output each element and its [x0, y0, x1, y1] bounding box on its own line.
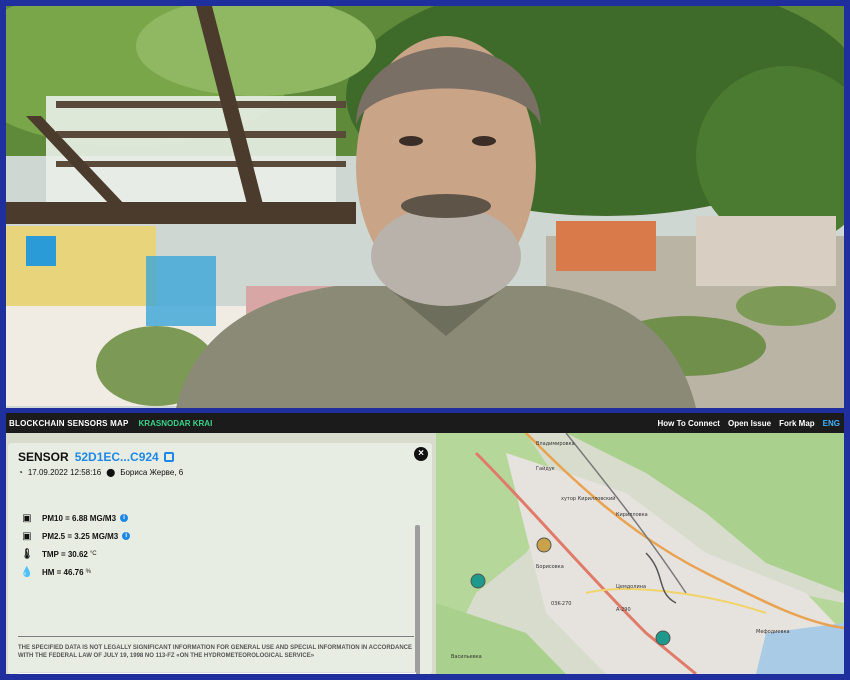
reading-row-pm25: ▣ PM2.5 = 3.25 MG/M3 i [20, 527, 131, 545]
copy-icon[interactable] [163, 452, 174, 462]
reading-row-tmp: 🌡 TMP = 30.62 °C [20, 545, 130, 563]
info-icon[interactable]: i [122, 532, 131, 540]
map-label: Кирилловка [616, 512, 648, 518]
reading-tmp-unit: °C [89, 551, 97, 557]
thermometer-icon: 🌡 [20, 548, 34, 560]
video-image [6, 6, 844, 408]
scrollbar[interactable] [415, 525, 420, 674]
map-label: Мефодиевка [756, 629, 790, 635]
sensor-marker[interactable] [536, 537, 552, 553]
map-label: A-290 [616, 607, 631, 613]
close-icon[interactable]: × [414, 447, 428, 461]
sensor-marker[interactable] [470, 573, 486, 589]
video-feed [6, 6, 844, 408]
language-toggle[interactable]: ENG [823, 419, 840, 428]
nav-how-to-connect[interactable]: How To Connect [657, 419, 720, 428]
brand-title[interactable]: BLOCKCHAIN SENSORS MAP [9, 419, 129, 428]
map-label: Васильевка [451, 654, 482, 660]
reading-hm-unit: % [85, 569, 91, 575]
map-label: Борисовка [536, 564, 564, 570]
top-bar: BLOCKCHAIN SENSORS MAP KRASNODAR KRAI Ho… [6, 413, 844, 433]
sensor-date: 17.09.2022 12:58:16 [27, 468, 102, 477]
sensor-icon: ▣ [22, 512, 32, 524]
legal-disclaimer: THE SPECIFIED DATA IS NOT LEGALLY SIGNIF… [18, 645, 413, 659]
nav-fork-map[interactable]: Fork Map [779, 419, 815, 428]
region-selector[interactable]: KRASNODAR KRAI [139, 419, 213, 428]
map-label: Цемдолина [616, 584, 646, 590]
info-icon[interactable]: i [120, 514, 129, 522]
clock-icon: ◔ [18, 468, 23, 477]
panel-title-label: SENSOR [18, 450, 69, 464]
history-chart-svg: 30 25 [18, 673, 416, 674]
map-label: Гайдук [536, 465, 555, 472]
reading-hm: HM = 46.76 [42, 567, 84, 577]
droplet-icon: 💧 [20, 566, 34, 578]
top-nav: How To Connect Open Issue Fork Map ENG [657, 419, 840, 428]
reading-tmp: TMP = 30.62 [42, 549, 88, 559]
reading-row-hm: 💧 HM = 46.76 % [20, 563, 130, 581]
divider [18, 636, 414, 637]
sensor-id-link[interactable]: 52D1EC...C924 [75, 450, 159, 464]
map-label: 03K-270 [551, 601, 571, 607]
sensor-address: Бориса Жерве, 6 [120, 468, 184, 477]
map-label: Владимировка [536, 441, 575, 447]
readings-list: ▣ PM10 = 6.88 MG/M3 i ▣ PM2.5 = 3.25 MG/… [20, 509, 131, 581]
sensor-meta: ◔ 17.09.2022 12:58:16 ⬤ Бориса Жерве, 6 [18, 468, 183, 477]
history-chart: 30 25 [18, 672, 416, 674]
nav-open-issue[interactable]: Open Issue [728, 419, 771, 428]
sensor-icon: ▣ [22, 530, 32, 542]
panel-title: SENSOR 52D1EC...C924 [18, 450, 174, 464]
sensor-panel: × SENSOR 52D1EC...C924 ◔ 17.09.2022 12:5… [8, 443, 432, 674]
reading-row-pm10: ▣ PM10 = 6.88 MG/M3 i [20, 509, 130, 527]
map-label: хутор Кирилловский [561, 495, 616, 502]
reading-pm25: PM2.5 = 3.25 MG/M3 [42, 531, 119, 541]
reading-pm10: PM10 = 6.88 MG/M3 [42, 513, 117, 523]
sensor-marker[interactable] [655, 630, 671, 646]
sensors-app: BLOCKCHAIN SENSORS MAP KRASNODAR KRAI Ho… [6, 413, 844, 674]
pin-icon: ⬤ [106, 468, 116, 477]
